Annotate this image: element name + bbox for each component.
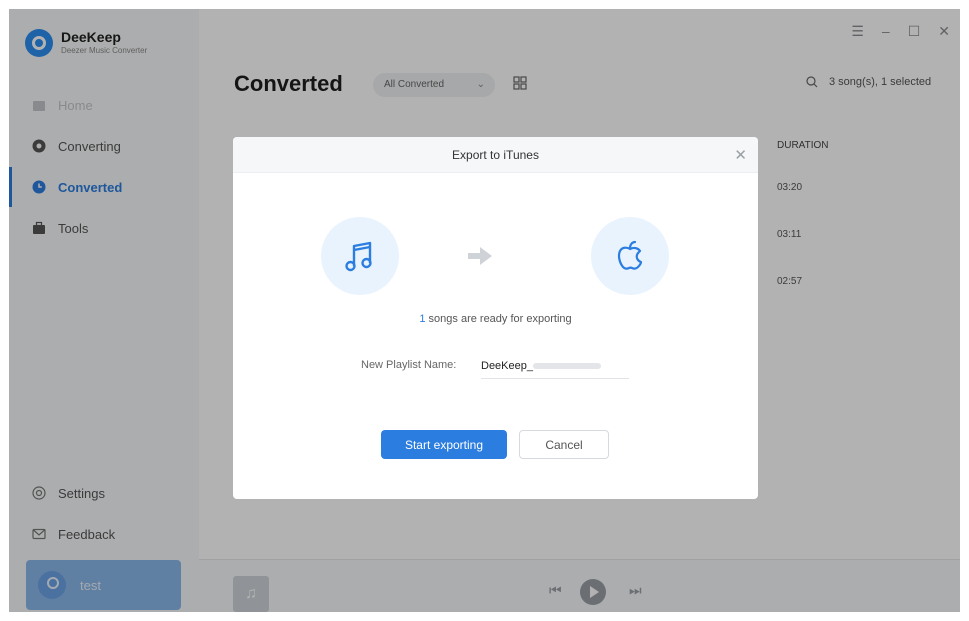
ready-status: 1 songs are ready for exporting xyxy=(233,313,758,325)
close-icon[interactable]: ✕ xyxy=(734,146,747,164)
dialog-title: Export to iTunes xyxy=(452,148,539,162)
app-window: DeeKeep Deezer Music Converter Home Conv… xyxy=(9,9,960,612)
apple-itunes-icon xyxy=(591,217,669,295)
arrow-right-icon xyxy=(466,245,494,272)
ready-text: songs are ready for exporting xyxy=(425,313,572,325)
export-dialog: Export to iTunes ✕ 1 songs are ready for… xyxy=(233,137,758,499)
music-note-icon xyxy=(321,217,399,295)
start-exporting-button[interactable]: Start exporting xyxy=(381,430,507,459)
cancel-button[interactable]: Cancel xyxy=(519,430,609,459)
blurred-date-text xyxy=(533,363,601,369)
playlist-name-label: New Playlist Name: xyxy=(361,359,457,371)
